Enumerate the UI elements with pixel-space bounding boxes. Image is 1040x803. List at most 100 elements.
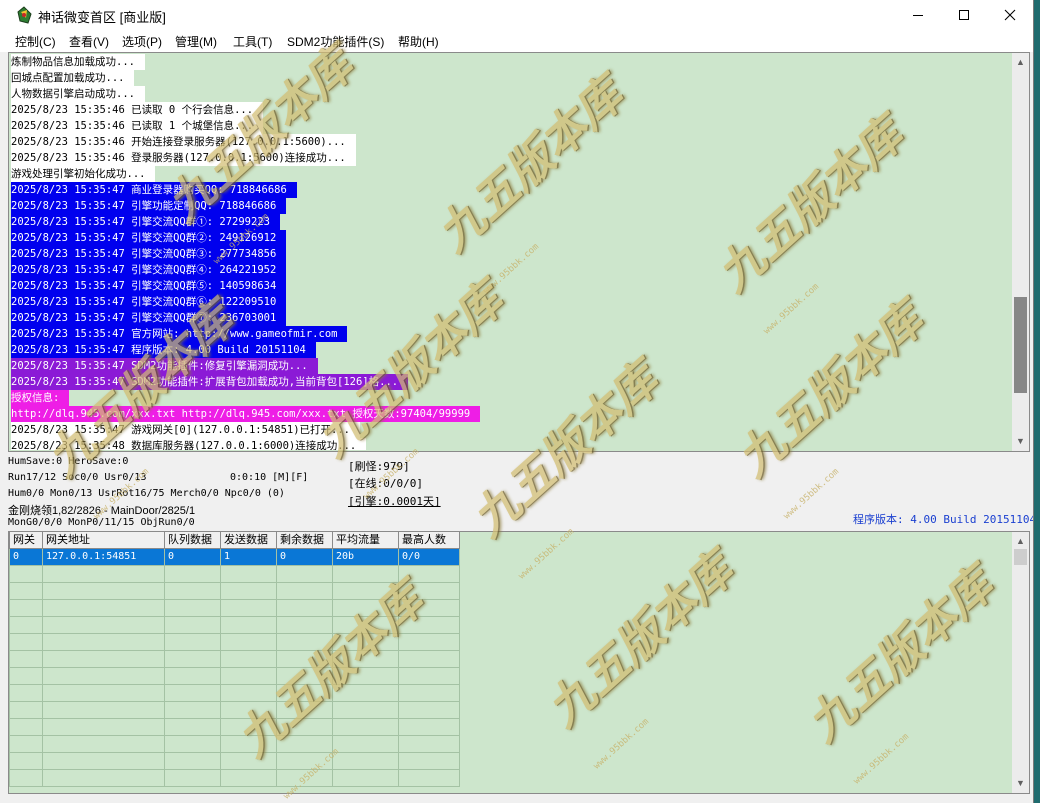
- table-cell-empty: [398, 701, 460, 719]
- log-line: 2025/8/23 15:35:47 官方网站: http://www.game…: [11, 326, 1013, 342]
- log-panel[interactable]: 炼制物品信息加载成功... 回城点配置加载成功... 人物数据引擎启动成功... 20…: [8, 52, 1030, 452]
- col-max-players[interactable]: 最高人数: [398, 532, 460, 549]
- grid-scroll-up-arrow-icon[interactable]: ▲: [1012, 533, 1029, 549]
- table-cell-empty: [9, 650, 43, 668]
- table-cell-empty: [276, 684, 333, 702]
- table-cell-empty: [398, 667, 460, 685]
- col-remaining-data[interactable]: 剩余数据: [276, 532, 333, 549]
- main-window: 神话微变首区 [商业版] 控制(C) 查看(V) 选项(P) 管理(M) 工具(…: [0, 0, 1034, 803]
- table-cell-empty: [332, 650, 399, 668]
- grid-scroll-down-arrow-icon[interactable]: ▼: [1012, 775, 1029, 791]
- maximize-icon: [959, 10, 969, 20]
- table-row-empty: [9, 769, 460, 787]
- log-line: 2025/8/23 15:35:47 引擎交流QQ群③: 277734856: [11, 246, 1013, 262]
- table-cell-empty: [220, 667, 277, 685]
- minimize-button[interactable]: [895, 0, 941, 30]
- log-line: 2025/8/23 15:35:46 已读取 1 个城堡信息...: [11, 118, 1013, 134]
- table-row-empty: [9, 667, 460, 685]
- table-cell-empty: [220, 752, 277, 770]
- menu-sdm2-plugin[interactable]: SDM2功能插件(S): [287, 33, 384, 50]
- table-cell: 0/0: [398, 548, 460, 566]
- log-scrollbar[interactable]: ▲ ▼: [1012, 53, 1029, 451]
- table-cell-empty: [276, 701, 333, 719]
- grid-scroll-thumb[interactable]: [1014, 549, 1027, 565]
- table-cell-empty: [42, 650, 165, 668]
- table-cell-empty: [42, 735, 165, 753]
- table-row[interactable]: 0 127.0.0.1:54851 0 1 0 20b 0/0: [9, 548, 460, 566]
- maximize-button[interactable]: [941, 0, 987, 30]
- table-cell-empty: [276, 718, 333, 736]
- col-gateway[interactable]: 网关: [9, 532, 43, 549]
- col-avg-traffic[interactable]: 平均流量: [332, 532, 399, 549]
- status-objects: Hum0/0 Mon0/13 UsrRot16/75 Merch0/0 Npc0…: [8, 488, 285, 499]
- log-line: 2025/8/23 15:35:47 引擎交流QQ群②: 249126912: [11, 230, 1013, 246]
- status-panel: HumSave:0 HeroSave:0 Run17/12 Soc0/0 Usr…: [5, 453, 1033, 530]
- table-row-empty: [9, 650, 460, 668]
- table-cell-empty: [276, 599, 333, 617]
- table-cell-empty: [220, 633, 277, 651]
- table-cell-empty: [9, 599, 43, 617]
- table-cell-empty: [220, 718, 277, 736]
- log-line: 2025/8/23 15:35:47 程序版本: 4.00 Build 2015…: [11, 342, 1013, 358]
- table-cell-empty: [332, 735, 399, 753]
- status-monsters: MonG0/0/0 MonP0/11/15 ObjRun0/0: [8, 517, 195, 528]
- log-line: 游戏处理引擎初始化成功...: [11, 166, 1013, 182]
- table-cell-empty: [164, 650, 221, 668]
- table-row-empty: [9, 599, 460, 617]
- table-row-empty: [9, 684, 460, 702]
- log-line: 回城点配置加载成功...: [11, 70, 1013, 86]
- table-cell-empty: [332, 565, 399, 583]
- table-row-empty: [9, 616, 460, 634]
- log-line: 2025/8/23 15:35:48 数据库服务器(127.0.0.1:6000…: [11, 438, 1013, 450]
- engine-days: [引擎:0.0001天]: [348, 495, 441, 508]
- table-header-row: 网关 网关地址 队列数据 发送数据 剩余数据 平均流量 最高人数: [9, 532, 460, 549]
- table-cell-empty: [164, 735, 221, 753]
- col-queue-data[interactable]: 队列数据: [164, 532, 221, 549]
- menu-view[interactable]: 查看(V): [69, 33, 109, 50]
- table-cell-empty: [398, 582, 460, 600]
- col-gateway-address[interactable]: 网关地址: [42, 532, 165, 549]
- status-timer: 0:0:10 [M][F]: [230, 472, 309, 483]
- close-button[interactable]: [987, 0, 1033, 30]
- table-cell-empty: [164, 701, 221, 719]
- menu-control[interactable]: 控制(C): [15, 33, 56, 50]
- grid-scrollbar[interactable]: ▲ ▼: [1012, 532, 1029, 793]
- scroll-down-arrow-icon[interactable]: ▼: [1012, 433, 1029, 449]
- table-cell-empty: [9, 565, 43, 583]
- close-icon: [1004, 9, 1016, 21]
- log-line: 2025/8/23 15:35:46 登录服务器(127.0.0.1:5600)…: [11, 150, 1013, 166]
- table-cell-empty: [164, 616, 221, 634]
- log-line: 授权信息:: [11, 390, 1013, 406]
- col-send-data[interactable]: 发送数据: [220, 532, 277, 549]
- table-cell-empty: [42, 633, 165, 651]
- log-line: 炼制物品信息加载成功...: [11, 54, 1013, 70]
- table-cell-empty: [332, 718, 399, 736]
- log-scroll-thumb[interactable]: [1014, 297, 1027, 393]
- menu-options[interactable]: 选项(P): [122, 33, 162, 50]
- log-line: 2025/8/23 15:35:47 引擎交流QQ群⑦: 236703001: [11, 310, 1013, 326]
- window-title: 神话微变首区 [商业版]: [38, 10, 166, 25]
- log-line: 2025/8/23 15:35:47 引擎交流QQ群⑥: 122209510: [11, 294, 1013, 310]
- table-cell-empty: [9, 667, 43, 685]
- menu-manage[interactable]: 管理(M): [175, 33, 217, 50]
- table-cell-empty: [332, 667, 399, 685]
- refresh-count: [刷怪:979]: [348, 460, 410, 473]
- table-row-empty: [9, 701, 460, 719]
- table-cell-empty: [164, 599, 221, 617]
- log-line-text: 2025/8/23 15:35:47 游戏网关[0](127.0.0.1:548…: [11, 422, 361, 438]
- log-line: 2025/8/23 15:35:47 SDM2功能插件:扩展背包加载成功,当前背…: [11, 374, 1013, 390]
- table-row-empty: [9, 582, 460, 600]
- table-cell-empty: [220, 769, 277, 787]
- title-bar[interactable]: 神话微变首区 [商业版]: [0, 0, 1033, 30]
- menu-tools[interactable]: 工具(T): [233, 33, 272, 50]
- log-line: 2025/8/23 15:35:47 引擎功能定制QQ: 718846686: [11, 198, 1013, 214]
- table-cell-empty: [398, 565, 460, 583]
- log-line-text: 2025/8/23 15:35:47 SDM2功能插件:修复引擎漏洞成功...: [11, 358, 318, 374]
- table-cell-empty: [164, 752, 221, 770]
- table-cell-empty: [9, 684, 43, 702]
- menu-help[interactable]: 帮助(H): [398, 33, 439, 50]
- scroll-up-arrow-icon[interactable]: ▲: [1012, 54, 1029, 70]
- table-cell-empty: [9, 769, 43, 787]
- gateway-grid-panel[interactable]: 网关 网关地址 队列数据 发送数据 剩余数据 平均流量 最高人数 0 127.0.…: [8, 531, 1030, 794]
- log-line-text: 人物数据引擎启动成功...: [11, 86, 145, 102]
